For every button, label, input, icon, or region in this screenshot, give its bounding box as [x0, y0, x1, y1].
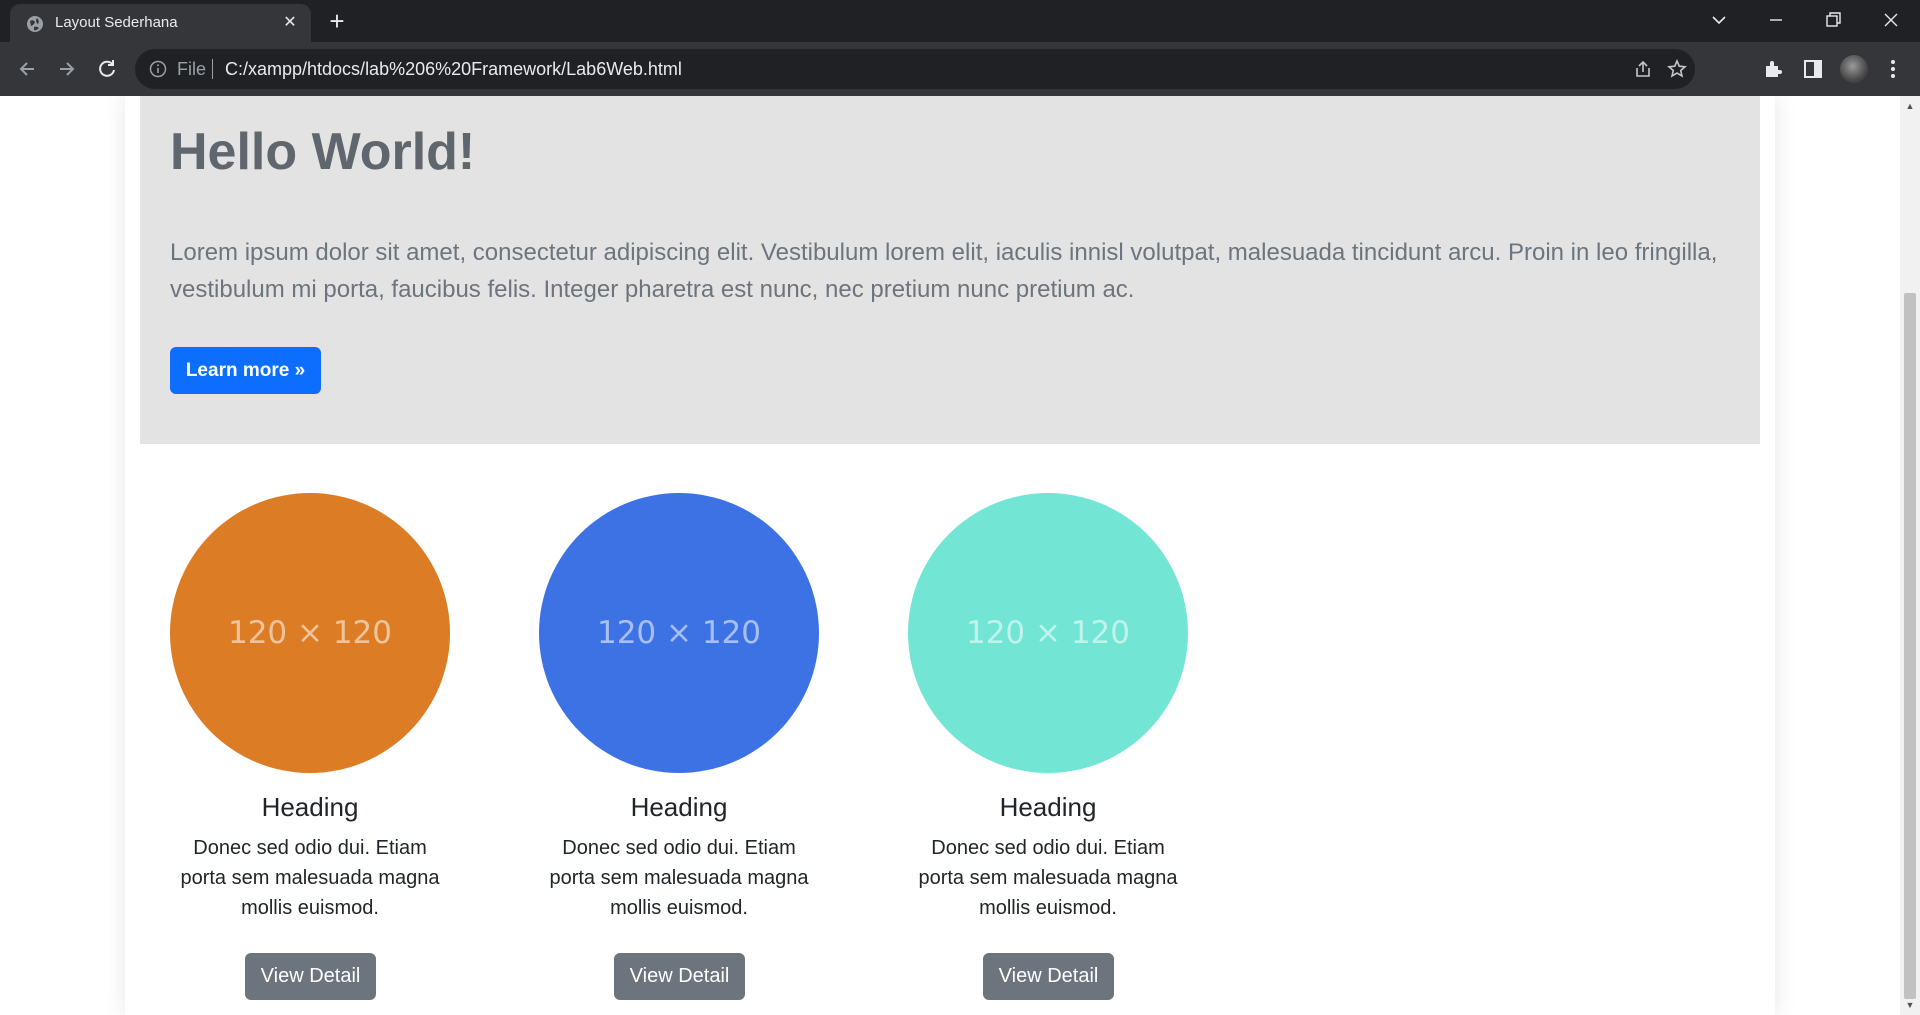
address-separator — [212, 59, 213, 79]
view-detail-button[interactable]: View Detail — [614, 953, 745, 1000]
view-detail-button[interactable]: View Detail — [245, 953, 376, 1000]
browser-tab[interactable]: Layout Sederhana ✕ — [10, 4, 311, 42]
address-bar[interactable]: File C:/xampp/htdocs/lab%206%20Framework… — [135, 49, 1695, 89]
back-arrow-icon[interactable] — [12, 54, 42, 84]
new-tab-icon[interactable]: + — [324, 8, 350, 35]
side-panel-icon[interactable] — [1801, 57, 1825, 81]
reload-icon[interactable] — [92, 54, 122, 84]
jumbotron-title: Hello World! — [170, 123, 476, 181]
scroll-thumb[interactable] — [1904, 293, 1916, 999]
restore-icon[interactable] — [1818, 6, 1848, 34]
bookmark-star-icon[interactable] — [1666, 58, 1688, 80]
minimize-icon[interactable] — [1761, 6, 1791, 34]
tab-title: Layout Sederhana — [55, 14, 178, 31]
placeholder-image-label: 120 × 120 — [965, 615, 1131, 651]
placeholder-image-label: 120 × 120 — [596, 615, 762, 651]
forward-arrow-icon[interactable] — [52, 54, 82, 84]
learn-more-button[interactable]: Learn more » — [170, 347, 321, 394]
share-icon[interactable] — [1632, 58, 1654, 80]
tab-search-chevron-icon[interactable] — [1704, 6, 1734, 34]
scroll-up-arrow-icon[interactable]: ▲ — [1900, 98, 1920, 114]
close-tab-icon[interactable]: ✕ — [280, 13, 300, 33]
globe-icon — [27, 16, 43, 32]
feature-heading: Heading — [261, 792, 359, 822]
page-viewport: Hello World! Lorem ipsum dolor sit amet,… — [0, 96, 1900, 1015]
feature-text: Donec sed odio dui. Etiam porta sem male… — [180, 837, 440, 919]
jumbotron-text: Lorem ipsum dolor sit amet, consectetur … — [170, 239, 1718, 303]
scroll-down-arrow-icon[interactable]: ▼ — [1900, 997, 1920, 1013]
page-container: Hello World! Lorem ipsum dolor sit amet,… — [125, 96, 1775, 1015]
vertical-scrollbar[interactable]: ▲ ▼ — [1900, 96, 1920, 1015]
close-window-icon[interactable] — [1876, 6, 1906, 34]
info-icon[interactable] — [149, 60, 167, 78]
placeholder-image: 120 × 120 — [539, 493, 819, 773]
feature-heading: Heading — [630, 792, 728, 822]
jumbotron: Hello World! Lorem ipsum dolor sit amet,… — [140, 96, 1760, 444]
placeholder-image: 120 × 120 — [908, 493, 1188, 773]
feature-heading: Heading — [999, 792, 1097, 822]
more-menu-icon[interactable] — [1881, 57, 1905, 81]
browser-tab-bar: Layout Sederhana ✕ + — [0, 0, 1920, 42]
feature-text: Donec sed odio dui. Etiam porta sem male… — [918, 837, 1178, 919]
file-scheme-label: File — [177, 59, 207, 79]
browser-toolbar: File C:/xampp/htdocs/lab%206%20Framework… — [0, 42, 1920, 96]
placeholder-image: 120 × 120 — [170, 493, 450, 773]
feature-text: Donec sed odio dui. Etiam porta sem male… — [549, 837, 809, 919]
placeholder-image-label: 120 × 120 — [227, 615, 393, 651]
view-detail-button[interactable]: View Detail — [983, 953, 1114, 1000]
extensions-puzzle-icon[interactable] — [1761, 57, 1785, 81]
profile-avatar[interactable] — [1840, 55, 1868, 83]
url-text[interactable]: C:/xampp/htdocs/lab%206%20Framework/Lab6… — [225, 59, 682, 80]
